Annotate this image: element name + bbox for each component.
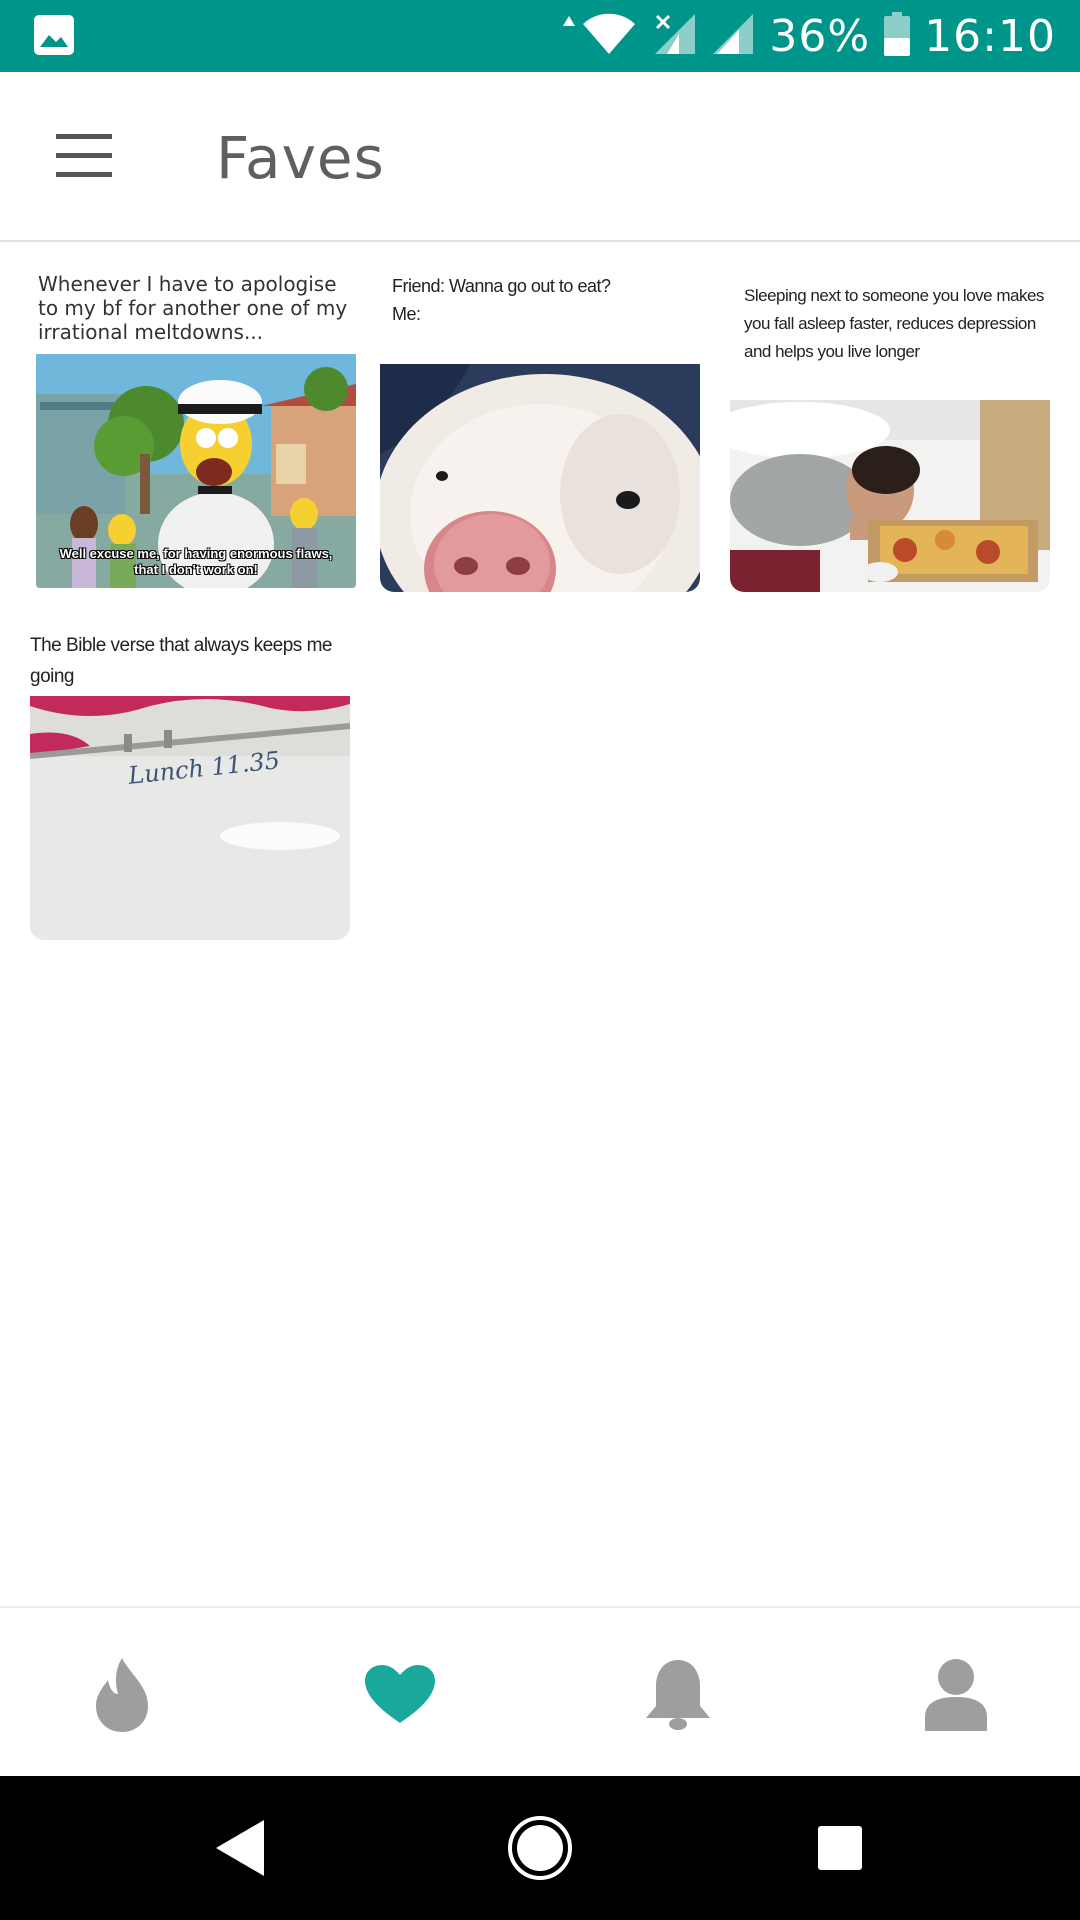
status-bar: 36% 16:10 <box>0 0 1080 72</box>
bell-icon <box>642 1656 714 1736</box>
flame-icon <box>94 1656 150 1736</box>
back-icon[interactable] <box>204 1812 276 1884</box>
fave-card[interactable]: Friend: Wanna go out to eat? Me: <box>380 272 700 592</box>
signal-no-sim-icon <box>653 12 697 60</box>
tab-profile[interactable] <box>916 1656 996 1736</box>
signal-icon <box>711 12 755 60</box>
card-caption-line-1: Friend: Wanna go out to eat? <box>392 276 611 296</box>
card-caption: The Bible verse that always keeps me goi… <box>30 635 333 687</box>
fave-card[interactable]: Whenever I have to apologise to my bf fo… <box>36 272 356 588</box>
tab-hot[interactable] <box>82 1656 162 1736</box>
card-caption-line-2: Me: <box>392 304 421 324</box>
meme-image: Lunch 11.35 <box>30 696 350 940</box>
battery-icon <box>884 12 911 60</box>
bottom-nav <box>0 1606 1080 1778</box>
meme-image <box>730 400 1050 592</box>
tab-notifications[interactable] <box>638 1656 718 1736</box>
wifi-icon <box>561 12 639 60</box>
heart-icon <box>363 1663 437 1729</box>
clock: 16:10 <box>924 10 1056 62</box>
page-title: Faves <box>216 124 385 192</box>
system-nav-bar <box>0 1776 1080 1920</box>
card-caption: Sleeping next to someone you love makes … <box>744 286 1044 361</box>
battery-percent: 36% <box>769 10 871 62</box>
recents-icon[interactable] <box>804 1812 876 1884</box>
meme-image: Well excuse me, for having enormous flaw… <box>36 354 356 588</box>
meme-image <box>380 364 700 592</box>
meme-subtitle-line-2: that I don't work on! <box>134 562 258 577</box>
profile-icon <box>923 1657 989 1735</box>
tab-faves[interactable] <box>360 1656 440 1736</box>
fave-card[interactable]: Sleeping next to someone you love makes … <box>730 272 1050 592</box>
card-caption: Whenever I have to apologise to my bf fo… <box>38 272 348 344</box>
gallery-icon <box>34 15 74 59</box>
meme-subtitle-line-1: Well excuse me, for having enormous flaw… <box>59 546 333 561</box>
card-caption: Friend: Wanna go out to eat? Me: <box>392 272 611 328</box>
fave-card[interactable]: The Bible verse that always keeps me goi… <box>30 630 350 942</box>
hamburger-menu-icon[interactable] <box>56 134 112 178</box>
home-icon[interactable] <box>504 1812 576 1884</box>
app-bar: Faves <box>0 72 1080 242</box>
status-icons: 36% 16:10 <box>561 0 1056 72</box>
